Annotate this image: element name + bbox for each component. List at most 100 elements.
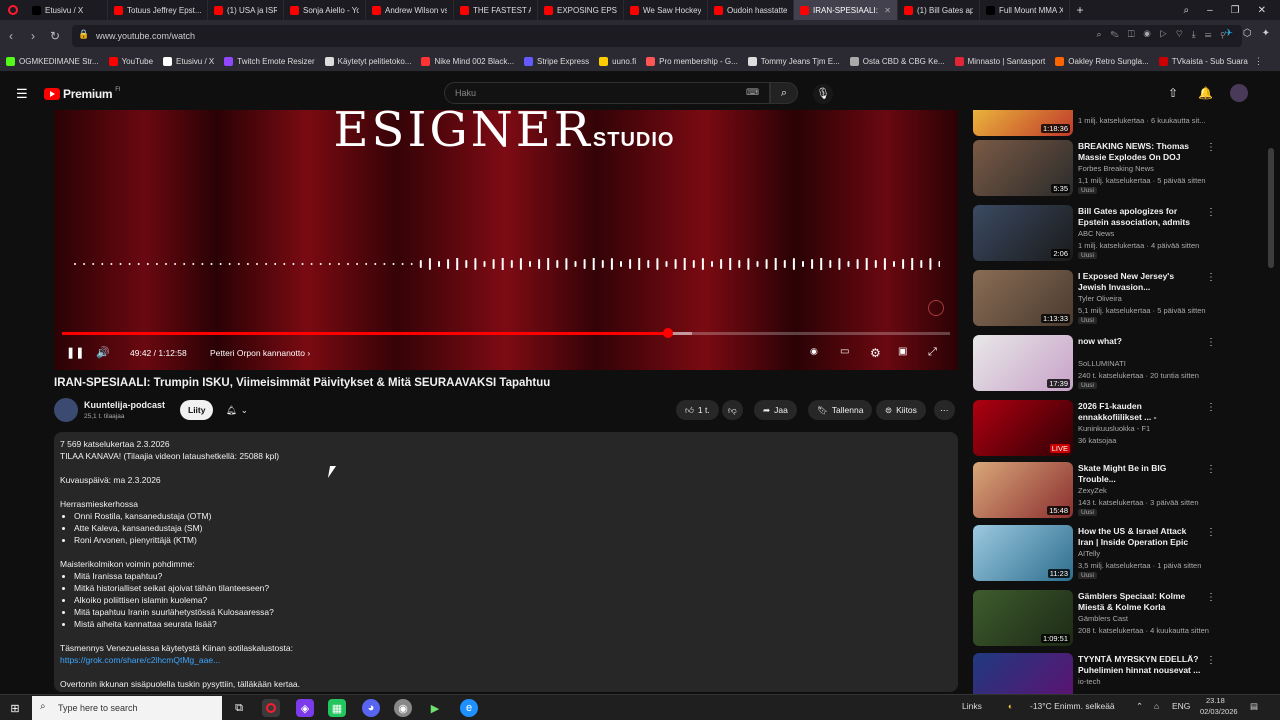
miniplayer-icon[interactable]: ▣: [898, 346, 907, 357]
weather-label[interactable]: -13°C Enimm. selkeää: [1030, 701, 1115, 711]
recommended-video[interactable]: TYYNTÄ MYRSKYN EDELLÄ? Puhelimien hinnat…: [972, 653, 1218, 694]
search-tabs-icon[interactable]: ⌕: [1183, 5, 1189, 16]
bookmark-item[interactable]: YouTube: [108, 57, 153, 66]
subtitles-icon[interactable]: ▭: [840, 346, 849, 357]
search-input[interactable]: Haku ⌨: [444, 82, 770, 104]
close-window-icon[interactable]: ✕: [1258, 5, 1266, 16]
browser-tab[interactable]: Full Mount MMA X...: [980, 0, 1070, 20]
video-thumbnail[interactable]: LIVE: [973, 400, 1073, 456]
recommended-video[interactable]: 17:39 now what? SoLLUMINATI 240 t. katseluk…: [972, 335, 1218, 393]
video-thumbnail[interactable]: 2:06: [973, 205, 1073, 261]
browser-tab[interactable]: EXPOSING EPSTEIN...: [538, 0, 624, 20]
channel-name[interactable]: Kuuntelija-podcast: [84, 400, 165, 410]
url-field[interactable]: 🔒 www.youtube.com/watch ⌕✎◫◉▷♡⤓☰⚲: [72, 25, 1242, 47]
browser-tab[interactable]: Totuus Jeffrey Epst...: [108, 0, 208, 20]
more-options-icon[interactable]: ⋮: [1206, 655, 1216, 666]
browser-tab[interactable]: Oudoin hasstattel...: [708, 0, 794, 20]
bookmark-item[interactable]: Tommy Jeans Tjm E...: [747, 57, 840, 66]
scrollbar-thumb[interactable]: [1268, 148, 1274, 268]
bookmark-item[interactable]: Twitch Emote Resizer: [224, 57, 315, 66]
bookmark-item[interactable]: TVkaista - Sub Suara: [1158, 57, 1248, 66]
recommended-video[interactable]: 15:48 Skate Might Be in BIG Trouble... Zex…: [972, 462, 1218, 520]
bookmark-item[interactable]: Nike Mind 002 Black...: [421, 57, 514, 66]
browser-tab[interactable]: We Saw Hockey's N...: [624, 0, 708, 20]
video-thumbnail[interactable]: 15:48: [973, 462, 1073, 518]
recommended-video[interactable]: 5:35 BREAKING NEWS: Thomas Massie Explode…: [972, 140, 1218, 198]
video-player[interactable]: ESIGNERSTUDIO ❚❚ 🔊 49:42 / 1:12:58 Pette…: [54, 110, 958, 370]
bookmark-item[interactable]: Etusivu / X: [163, 57, 214, 66]
extension-icon[interactable]: ✈: [1224, 28, 1232, 39]
volume-button[interactable]: 🔊: [96, 346, 110, 359]
search-button[interactable]: ⌕: [770, 82, 798, 104]
bookmark-item[interactable]: Pro membership - G...: [646, 57, 738, 66]
bookmark-item[interactable]: Oakley Retro Sungla...: [1055, 57, 1149, 66]
opera-logo-icon[interactable]: [0, 0, 26, 20]
more-options-icon[interactable]: ⋮: [1206, 402, 1216, 413]
like-button[interactable]: 👍︎ 1 t.: [676, 400, 719, 420]
browser-tab[interactable]: (1) USA ja ISRAEL T...: [208, 0, 284, 20]
reload-icon[interactable]: ↻: [44, 29, 66, 43]
more-options-icon[interactable]: ⋮: [1206, 142, 1216, 153]
browser-tab[interactable]: (1) Bill Gates apolo...: [898, 0, 980, 20]
close-tab-icon[interactable]: ✕: [884, 6, 891, 15]
language-label[interactable]: ENG: [1172, 701, 1190, 711]
extensions-puzzle-icon[interactable]: ⬡: [1243, 28, 1252, 39]
bookmarks-more-icon[interactable]: ⋮: [1254, 56, 1263, 67]
bookmark-item[interactable]: uuno.fi: [599, 57, 636, 66]
channel-avatar[interactable]: [54, 398, 78, 422]
more-options-icon[interactable]: ⋮: [1206, 272, 1216, 283]
taskbar-search-input[interactable]: ⌕ Type here to search: [32, 696, 222, 720]
autoplay-toggle[interactable]: ◉: [810, 346, 818, 357]
share-button[interactable]: ➦ Jaa: [754, 400, 797, 420]
minimize-icon[interactable]: –: [1207, 5, 1213, 16]
bookmark-item[interactable]: Stripe Express: [524, 57, 589, 66]
notifications-icon[interactable]: 🔔: [1198, 86, 1213, 100]
bookmark-item[interactable]: Minnasto | Santasport: [954, 57, 1045, 66]
more-options-icon[interactable]: ⋮: [1206, 337, 1216, 348]
spreadsheet-taskbar-icon[interactable]: ▦: [328, 699, 346, 717]
video-thumbnail[interactable]: 11:23: [973, 525, 1073, 581]
video-thumbnail[interactable]: 5:35: [973, 140, 1073, 196]
tray-chevron-icon[interactable]: ⌃: [1136, 701, 1143, 712]
voice-search-icon[interactable]: 🎙: [813, 84, 833, 104]
grok-link[interactable]: https://grok.com/share/c2lhcmQtMg_aae...: [60, 654, 952, 666]
task-view-icon[interactable]: ⧉: [230, 699, 248, 717]
bookmark-item[interactable]: OGMKEDIMANE Str...: [6, 57, 99, 66]
opera-taskbar-icon[interactable]: [262, 699, 280, 717]
keyboard-icon[interactable]: ⌨: [746, 87, 759, 98]
recommended-video[interactable]: 1:13:33 I Exposed New Jersey's Jewish Inv…: [972, 270, 1218, 328]
maximize-icon[interactable]: ❐: [1231, 5, 1240, 16]
avatar[interactable]: [1230, 84, 1248, 102]
video-thumbnail[interactable]: 1:18:36: [973, 110, 1073, 136]
browser-tab[interactable]: Andrew Wilson vs.: [366, 0, 454, 20]
recommended-video[interactable]: 1:18:36 1 milj. katselukertaa · 6 kuukaut…: [972, 110, 1218, 138]
video-thumbnail[interactable]: 17:39: [973, 335, 1073, 391]
upload-icon[interactable]: ⇧: [1168, 86, 1178, 100]
description-box[interactable]: 7 569 katselukertaa 2.3.2026 TILAA KANAV…: [54, 432, 958, 692]
more-options-icon[interactable]: ⋮: [1206, 592, 1216, 603]
browser-tab[interactable]: IRAN-SPESIAALI: Trum ✕: [794, 0, 898, 20]
menu-icon[interactable]: ☰: [16, 86, 28, 102]
discord-taskbar-icon[interactable]: ◕: [362, 699, 380, 717]
video-thumbnail[interactable]: 1:09:51: [973, 590, 1073, 646]
windows-start-icon[interactable]: ⊞: [6, 699, 24, 717]
recommended-video[interactable]: 2:06 Bill Gates apologizes for Epstein as…: [972, 205, 1218, 263]
bookmark-item[interactable]: Käytetyt pelitietoko...: [324, 57, 411, 66]
app-taskbar-icon[interactable]: ◈: [296, 699, 314, 717]
more-actions-button[interactable]: ⋯: [934, 400, 955, 420]
browser-tab[interactable]: Sonja Aiello - YouT...: [284, 0, 366, 20]
save-button[interactable]: 🔖︎ Tallenna: [808, 400, 873, 420]
youtube-premium-logo[interactable]: Premium FI: [44, 87, 121, 101]
video-thumbnail[interactable]: 1:13:33: [973, 270, 1073, 326]
more-options-icon[interactable]: ⋮: [1206, 464, 1216, 475]
new-tab-button[interactable]: +: [1070, 3, 1090, 17]
scrubber-handle[interactable]: [662, 328, 673, 338]
pause-button[interactable]: ❚❚: [66, 346, 84, 359]
recommended-video[interactable]: 11:23 How the US & Israel Attack Iran | I…: [972, 525, 1218, 583]
thanks-button[interactable]: ⊜ Kiitos: [876, 400, 926, 420]
forward-icon[interactable]: ›: [22, 29, 44, 43]
recommended-video[interactable]: LIVE 2026 F1-kauden ennakkofiilikset ... …: [972, 400, 1218, 458]
edge-taskbar-icon[interactable]: e: [460, 699, 478, 717]
more-options-icon[interactable]: ⋮: [1206, 527, 1216, 538]
bookmark-item[interactable]: Osta CBD & CBG Ke...: [849, 57, 945, 66]
